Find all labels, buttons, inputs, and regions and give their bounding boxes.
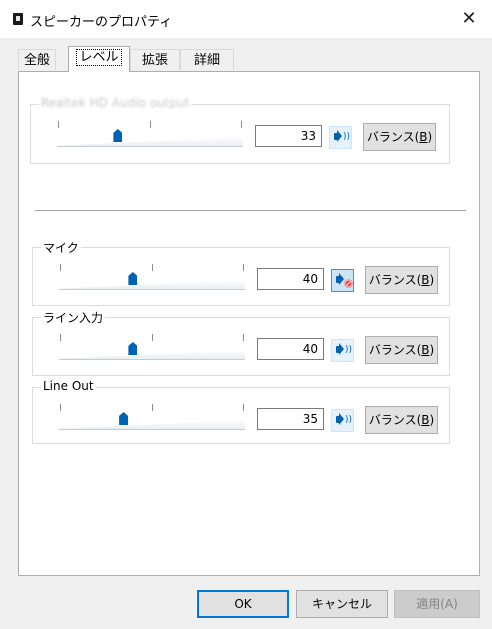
level-group-line-out: Line Out 35 )) バランス(B) — [32, 379, 450, 444]
tab-levels[interactable]: レベル — [68, 46, 130, 72]
slider-tick — [152, 334, 153, 341]
cancel-button[interactable]: キャンセル — [296, 590, 388, 618]
balance-button-line-in[interactable]: バランス(B) — [365, 336, 438, 364]
speaker-muted-icon — [336, 276, 341, 283]
group-label-mic: マイク — [41, 239, 81, 256]
sound-waves-icon: )) — [345, 345, 353, 355]
mute-badge-icon — [344, 279, 353, 288]
slider-tick — [241, 121, 242, 128]
mute-toggle-line-out[interactable]: )) — [331, 409, 354, 432]
mute-toggle-output[interactable]: )) — [329, 126, 352, 149]
speaker-icon — [336, 346, 341, 353]
level-group-mic: マイク 40 バランス(B) — [32, 239, 450, 306]
slider-tick — [152, 264, 153, 271]
balance-label: バランス(B) — [368, 273, 435, 287]
window-title: スピーカーのプロパティ — [30, 15, 173, 30]
slider-tick — [152, 404, 153, 411]
tab-general-label: 全般 — [23, 53, 50, 68]
separator-line — [35, 210, 466, 211]
slider-tick — [60, 404, 61, 411]
tab-general[interactable]: 全般 — [18, 49, 56, 70]
slider-track — [59, 350, 245, 360]
slider-thumb[interactable] — [113, 129, 123, 142]
group-label-output: Realtek HD Audio output — [39, 96, 192, 110]
slider-track — [59, 420, 245, 430]
slider-track — [57, 137, 243, 147]
volume-slider-line-in[interactable] — [59, 332, 245, 362]
slider-thumb[interactable] — [128, 342, 138, 355]
group-label-line-out: Line Out — [41, 379, 96, 393]
slider-track — [59, 280, 245, 290]
volume-slider-output[interactable] — [57, 119, 243, 149]
volume-value-field-mic[interactable]: 40 — [257, 268, 324, 290]
speaker-app-icon — [13, 13, 23, 25]
close-icon: ✕ — [461, 8, 477, 29]
balance-button-line-out[interactable]: バランス(B) — [365, 406, 438, 434]
title-bar: スピーカーのプロパティ ✕ — [0, 0, 492, 38]
cancel-button-label: キャンセル — [311, 597, 372, 611]
tab-advanced-label: 詳細 — [193, 53, 220, 68]
slider-tick — [243, 264, 244, 271]
speaker-icon — [336, 416, 341, 423]
volume-slider-mic[interactable] — [59, 262, 245, 292]
close-button[interactable]: ✕ — [446, 0, 492, 38]
level-group-output: Realtek HD Audio output 33 )) バランス(B) — [30, 96, 450, 164]
ok-button-label: OK — [234, 597, 252, 611]
volume-slider-line-out[interactable] — [59, 402, 245, 432]
levels-panel: Realtek HD Audio output 33 )) バランス(B) マイ… — [18, 71, 480, 576]
sound-waves-icon: )) — [343, 132, 351, 142]
apply-button[interactable]: 適用(A) — [394, 590, 480, 618]
mute-toggle-line-in[interactable]: )) — [331, 339, 354, 362]
volume-value-field-line-in[interactable]: 40 — [257, 338, 324, 360]
slider-tick — [60, 264, 61, 271]
tab-advanced[interactable]: 詳細 — [180, 49, 234, 70]
slider-tick — [58, 121, 59, 128]
level-group-line-in: ライン入力 40 )) バランス(B) — [32, 309, 450, 376]
balance-label: バランス(B) — [366, 130, 433, 144]
slider-tick — [243, 404, 244, 411]
volume-value-field-output[interactable]: 33 — [255, 125, 322, 147]
slider-tick — [150, 121, 151, 128]
group-label-line-in: ライン入力 — [41, 309, 106, 326]
tab-levels-label: レベル — [76, 49, 122, 66]
tab-enhancements-label: 拡張 — [141, 53, 168, 68]
slider-tick — [60, 334, 61, 341]
balance-label: バランス(B) — [368, 413, 435, 427]
speaker-icon — [334, 133, 339, 140]
mute-toggle-mic[interactable] — [331, 269, 354, 292]
sound-waves-icon: )) — [345, 415, 353, 425]
slider-tick — [243, 334, 244, 341]
ok-button[interactable]: OK — [197, 590, 289, 618]
slider-thumb[interactable] — [119, 412, 129, 425]
balance-label: バランス(B) — [368, 343, 435, 357]
volume-value-field-line-out[interactable]: 35 — [257, 408, 324, 430]
apply-button-label: 適用(A) — [416, 597, 458, 611]
balance-button-mic[interactable]: バランス(B) — [365, 266, 438, 294]
slider-thumb[interactable] — [128, 272, 138, 285]
balance-button-output[interactable]: バランス(B) — [363, 123, 436, 151]
tab-enhancements[interactable]: 拡張 — [130, 49, 180, 70]
